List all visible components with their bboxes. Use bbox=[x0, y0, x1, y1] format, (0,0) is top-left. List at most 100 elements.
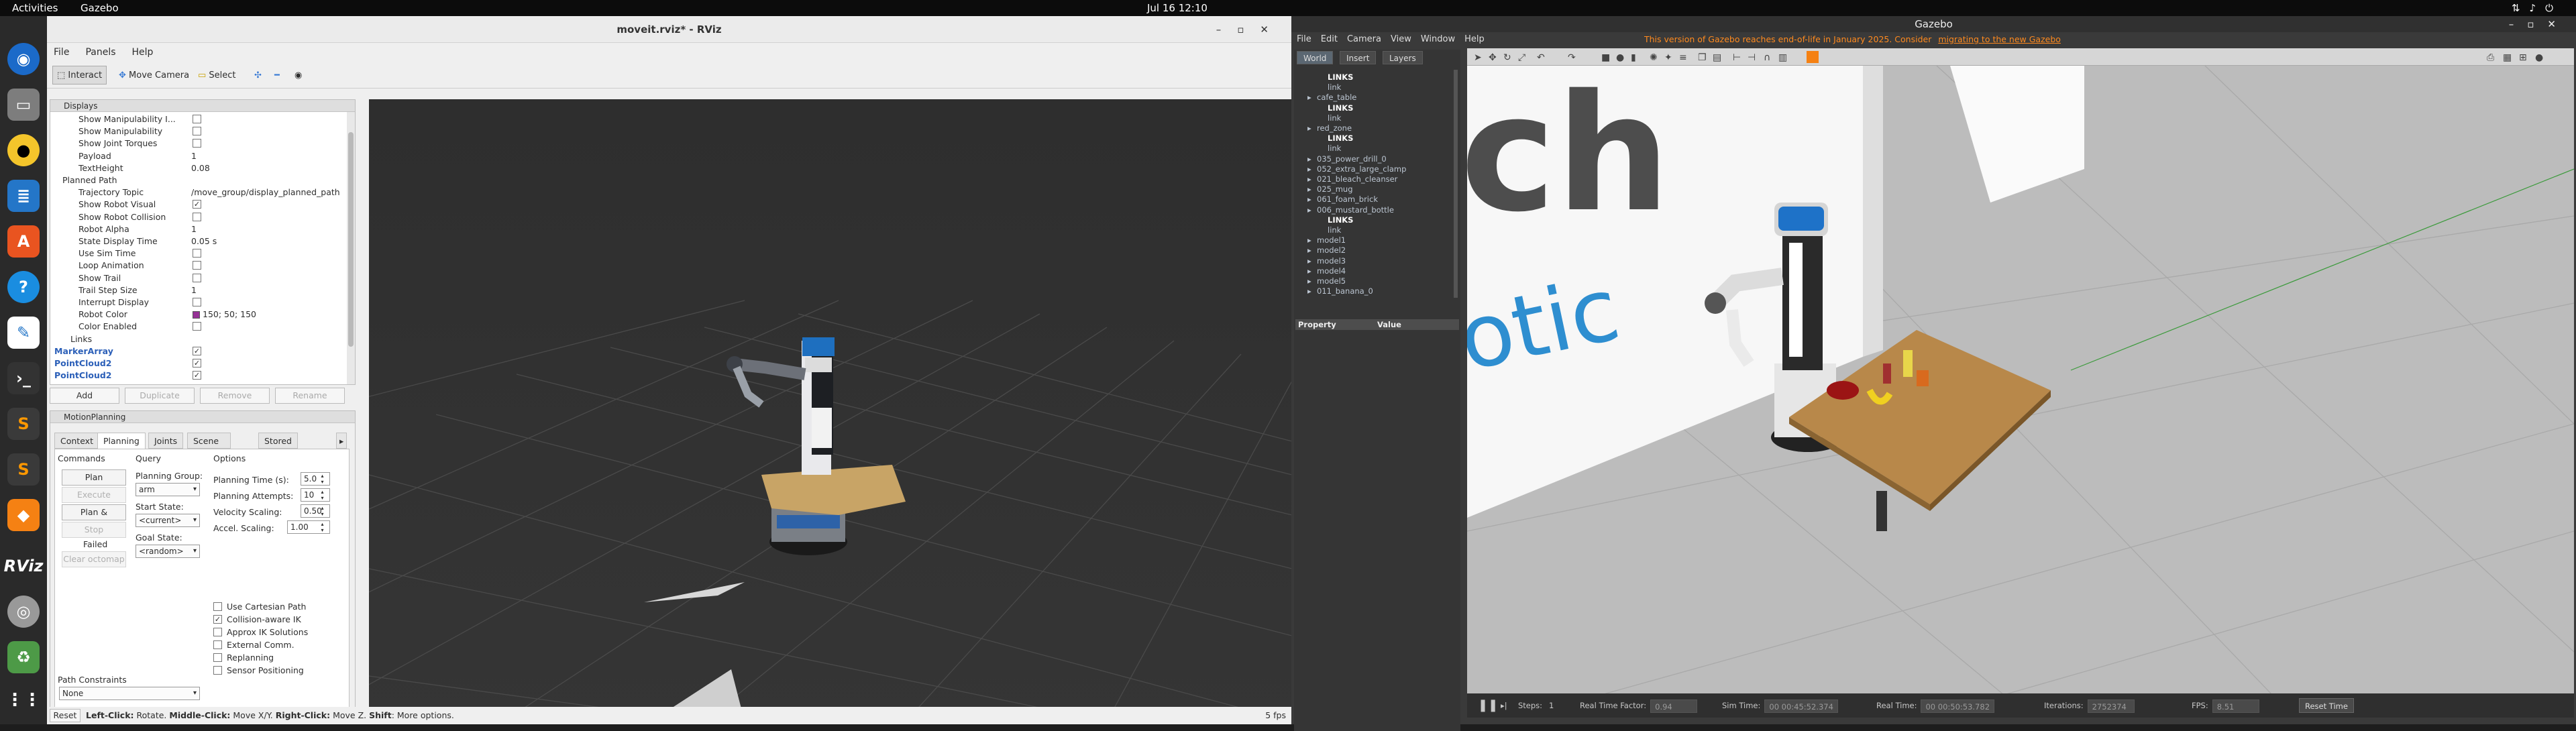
tree-expand-icon[interactable]: ▸ bbox=[1307, 286, 1311, 296]
display-row-checkbox[interactable] bbox=[193, 212, 201, 221]
help-icon[interactable]: ? bbox=[7, 271, 40, 303]
display-row-checkbox[interactable]: ✓ bbox=[193, 200, 201, 209]
display-row-label[interactable]: Links bbox=[70, 333, 92, 345]
display-row-label[interactable]: MarkerArray bbox=[54, 345, 113, 357]
tree-expand-icon[interactable]: ▸ bbox=[1307, 245, 1311, 256]
sphere-icon[interactable]: ● bbox=[1616, 52, 1624, 63]
tab-scene-objects[interactable]: Scene Objects bbox=[187, 433, 231, 462]
select-mode-icon[interactable]: ➤ bbox=[1474, 52, 1482, 63]
world-tree-item[interactable]: 061_foam_brick bbox=[1317, 194, 1378, 205]
accel-scaling-input[interactable]: 1.00 bbox=[287, 520, 330, 534]
menu-panels[interactable]: Panels bbox=[85, 47, 115, 58]
path-constraints-select[interactable]: None bbox=[59, 687, 200, 700]
screenshot-icon[interactable]: ⎙ bbox=[2487, 52, 2494, 63]
align-icon[interactable]: ⊢ bbox=[1733, 52, 1741, 63]
world-tree-scrollbar[interactable] bbox=[1454, 70, 1458, 298]
world-tree-item[interactable]: model3 bbox=[1317, 256, 1346, 266]
display-row-checkbox[interactable]: ✓ bbox=[193, 346, 201, 355]
display-row-label[interactable]: Color Enabled bbox=[78, 321, 137, 333]
world-tree-item[interactable]: cafe_table bbox=[1317, 93, 1356, 103]
tab-joints[interactable]: Joints bbox=[148, 433, 184, 449]
velocity-scaling-input[interactable]: 0.50 bbox=[301, 504, 330, 518]
reset-view-button[interactable]: Reset bbox=[50, 709, 80, 722]
display-row-checkbox[interactable]: ✓ bbox=[193, 359, 201, 368]
display-row-label[interactable]: TextHeight bbox=[78, 162, 123, 174]
duplicate-button[interactable]: Duplicate bbox=[125, 388, 195, 404]
tab-insert[interactable]: Insert bbox=[1340, 51, 1377, 64]
tree-expand-icon[interactable]: ▸ bbox=[1307, 205, 1311, 215]
activities-button[interactable]: Activities bbox=[12, 2, 58, 14]
option-checkbox[interactable] bbox=[213, 640, 222, 649]
clock[interactable]: Jul 16 12:10 bbox=[1147, 2, 1208, 14]
menu-help[interactable]: Help bbox=[132, 47, 154, 58]
display-row-label[interactable]: Show Joint Torques bbox=[78, 137, 157, 150]
display-row-label[interactable]: Loop Animation bbox=[78, 260, 144, 272]
tree-expand-icon[interactable]: ▸ bbox=[1307, 266, 1311, 276]
display-row-value[interactable]: 1 bbox=[191, 150, 197, 162]
snap-icon[interactable]: ⊣ bbox=[1748, 52, 1756, 63]
pause-icon[interactable]: ❚❚ bbox=[1478, 693, 1498, 718]
menu-file[interactable]: File bbox=[54, 47, 69, 58]
clear-octomap-button[interactable]: Clear octomap bbox=[62, 551, 126, 567]
magnet-icon[interactable]: ∩ bbox=[1764, 52, 1770, 63]
tab-scroll-right-icon[interactable]: ▸ bbox=[336, 433, 347, 449]
world-tree-item[interactable]: LINKS bbox=[1328, 72, 1353, 82]
display-row-value[interactable]: 150; 50; 150 bbox=[203, 309, 256, 319]
publish-point-icon[interactable]: ◉ bbox=[290, 66, 307, 85]
remove-button[interactable]: Remove bbox=[200, 388, 270, 404]
world-tree-item[interactable]: 025_mug bbox=[1317, 184, 1353, 194]
world-tree-item[interactable]: model2 bbox=[1317, 245, 1346, 256]
world-tree-item[interactable]: 035_power_drill_0 bbox=[1317, 154, 1387, 164]
world-tree-item[interactable]: model5 bbox=[1317, 276, 1346, 286]
stop-button[interactable]: Stop bbox=[62, 522, 126, 538]
display-row-label[interactable]: State Display Time bbox=[78, 235, 158, 247]
gazebo-3d-viewport[interactable]: ➤ ✥ ↻ ⤢ ↶ ↷ ■ ● ▮ ✺ ✦ ≡ ❐ ▤ ⊢ ⊣ ∩ ▥ ⎙ ▦ … bbox=[1467, 48, 2574, 695]
video-icon[interactable]: ● bbox=[2535, 52, 2543, 63]
start-state-select[interactable]: <current> bbox=[136, 514, 200, 527]
editor-icon[interactable]: ✎ bbox=[7, 317, 40, 349]
gmenu-edit[interactable]: Edit bbox=[1321, 34, 1338, 44]
cylinder-icon[interactable]: ▮ bbox=[1631, 52, 1636, 63]
option-checkbox[interactable] bbox=[213, 602, 222, 611]
tree-expand-icon[interactable]: ▸ bbox=[1307, 276, 1311, 286]
option-checkbox[interactable] bbox=[213, 666, 222, 675]
option-checkbox[interactable] bbox=[213, 653, 222, 662]
display-row-checkbox[interactable] bbox=[193, 322, 201, 331]
gmenu-view[interactable]: View bbox=[1391, 34, 1411, 44]
point-light-icon[interactable]: ✺ bbox=[1650, 52, 1658, 63]
world-tree-item[interactable]: LINKS bbox=[1328, 103, 1353, 113]
plan-button[interactable]: Plan bbox=[62, 469, 126, 486]
dir-light-icon[interactable]: ≡ bbox=[1679, 52, 1687, 63]
gmenu-help[interactable]: Help bbox=[1464, 34, 1485, 44]
tab-context[interactable]: Context bbox=[54, 433, 99, 449]
gmenu-window[interactable]: Window bbox=[1421, 34, 1455, 44]
translate-icon[interactable]: ✥ bbox=[1489, 52, 1497, 63]
writer-icon[interactable]: ≣ bbox=[7, 180, 40, 212]
display-row-label[interactable]: Planned Path bbox=[62, 174, 117, 186]
window-controls[interactable]: –▫✕ bbox=[1216, 16, 1285, 43]
spot-light-icon[interactable]: ✦ bbox=[1664, 52, 1672, 63]
world-tree-item[interactable]: 011_banana_0 bbox=[1317, 286, 1373, 296]
scale-icon[interactable]: ⤢ bbox=[1518, 52, 1525, 63]
display-row-value[interactable]: 1 bbox=[191, 284, 197, 296]
interact-tool[interactable]: ⬚ Interact bbox=[52, 66, 107, 85]
tree-expand-icon[interactable]: ▸ bbox=[1307, 184, 1311, 194]
rviz-icon[interactable]: RViz bbox=[4, 550, 44, 582]
world-tree-item[interactable]: model1 bbox=[1317, 235, 1346, 245]
world-tree-item[interactable]: 021_bleach_cleanser bbox=[1317, 174, 1397, 184]
gazebo-window-controls[interactable]: –▫✕ bbox=[2509, 16, 2569, 32]
browser-icon[interactable]: ◉ bbox=[7, 43, 40, 75]
display-row-label[interactable]: Payload bbox=[78, 150, 111, 162]
display-row-checkbox[interactable] bbox=[193, 249, 201, 258]
plot-icon[interactable]: ⊞ bbox=[2519, 52, 2527, 63]
tab-stored-scenes[interactable]: Stored Scene bbox=[258, 433, 298, 462]
sublime-icon-2[interactable]: S bbox=[7, 453, 40, 486]
display-row-label[interactable]: Use Sim Time bbox=[78, 247, 136, 260]
gazebo-icon[interactable]: ◆ bbox=[7, 499, 40, 531]
terminal-icon[interactable]: ›_ bbox=[7, 362, 40, 394]
world-tree-item[interactable]: link bbox=[1328, 113, 1341, 123]
display-row-label[interactable]: Show Manipulability bbox=[78, 125, 162, 137]
tree-expand-icon[interactable]: ▸ bbox=[1307, 154, 1311, 164]
rename-button[interactable]: Rename bbox=[275, 388, 345, 404]
paste-icon[interactable]: ▤ bbox=[1713, 52, 1721, 63]
